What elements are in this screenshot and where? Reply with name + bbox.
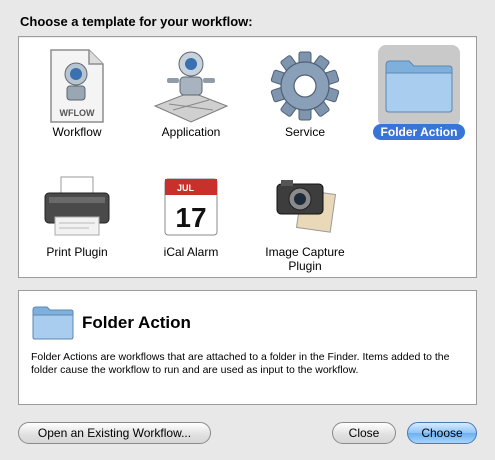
- template-label: Application: [161, 125, 221, 139]
- template-label: iCal Alarm: [163, 245, 219, 259]
- template-folder-action[interactable]: Folder Action: [361, 37, 477, 155]
- template-print-plugin[interactable]: Print Plugin: [19, 157, 135, 275]
- template-image-capture-plugin[interactable]: Image Capture Plugin: [247, 157, 363, 275]
- template-label: Workflow: [52, 125, 102, 139]
- template-label: Image Capture Plugin: [265, 245, 345, 273]
- dialog-heading: Choose a template for your workflow:: [20, 14, 253, 29]
- template-grid: WFLOW Workflow Application Service Folde…: [18, 36, 477, 278]
- folder-icon: [31, 305, 75, 346]
- template-workflow[interactable]: WFLOW Workflow: [19, 37, 135, 155]
- workflow-badge-text: WFLOW: [60, 108, 95, 118]
- description-text: Folder Actions are workflows that are at…: [31, 351, 450, 376]
- camera-icon: [264, 165, 346, 247]
- workflow-document-icon: WFLOW: [36, 45, 118, 127]
- folder-icon: [378, 45, 460, 127]
- automator-robot-icon: [150, 45, 232, 127]
- calendar-icon: JUL 17: [150, 165, 232, 247]
- calendar-day: 17: [175, 202, 206, 233]
- open-existing-workflow-button[interactable]: Open an Existing Workflow...: [18, 422, 211, 444]
- template-label: Folder Action: [361, 124, 477, 140]
- template-label: Print Plugin: [46, 245, 108, 259]
- calendar-month: JUL: [177, 183, 195, 193]
- choose-button[interactable]: Choose: [407, 422, 477, 444]
- printer-icon: [36, 165, 118, 247]
- template-ical-alarm[interactable]: JUL 17 iCal Alarm: [133, 157, 249, 275]
- gear-icon: [264, 45, 346, 127]
- description-title: Folder Action: [82, 313, 191, 332]
- template-application[interactable]: Application: [133, 37, 249, 155]
- template-service[interactable]: Service: [247, 37, 363, 155]
- template-description-panel: Folder Action Folder Actions are workflo…: [18, 290, 477, 405]
- close-button[interactable]: Close: [332, 422, 396, 444]
- template-label: Service: [284, 125, 325, 139]
